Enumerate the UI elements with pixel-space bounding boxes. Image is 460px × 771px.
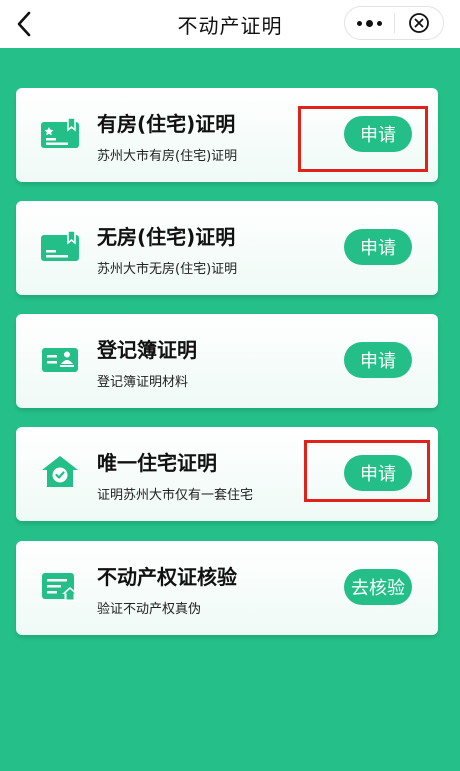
page-title: 不动产证明: [177, 13, 283, 38]
register-book-icon: [42, 348, 78, 372]
apply-button[interactable]: 申请: [344, 116, 412, 152]
more-dots-icon: [356, 19, 382, 27]
house-certificate-icon: [41, 230, 79, 261]
card-title: 登记簿证明: [97, 338, 197, 362]
card-property-verify[interactable]: 不动产权证核验 验证不动产权真伪 去核验: [16, 541, 438, 635]
apply-button[interactable]: 申请: [344, 229, 412, 265]
more-button[interactable]: [345, 7, 394, 39]
nav-bar: 不动产证明: [0, 0, 460, 48]
card-subtitle: 苏州大市有房(住宅)证明: [97, 149, 238, 164]
apply-button[interactable]: 申请: [344, 342, 412, 378]
verify-button[interactable]: 去核验: [344, 569, 412, 605]
card-subtitle: 登记簿证明材料: [97, 375, 189, 390]
card-register-book-certificate[interactable]: 登记簿证明 登记簿证明材料 申请: [16, 314, 438, 408]
card-no-house-certificate[interactable]: 无房(住宅)证明 苏州大市无房(住宅)证明 申请: [16, 201, 438, 295]
house-certificate-star-icon: [41, 117, 79, 148]
back-button[interactable]: [6, 6, 42, 42]
card-subtitle: 证明苏州大市仅有一套住宅: [97, 488, 254, 503]
mini-program-capsule: [344, 6, 444, 40]
close-button[interactable]: [395, 7, 444, 39]
card-owned-house-certificate[interactable]: 有房(住宅)证明 苏州大市有房(住宅)证明 申请: [16, 88, 438, 182]
card-subtitle: 验证不动产权真伪: [97, 602, 202, 617]
chevron-left-icon: [17, 11, 31, 37]
card-sole-house-certificate[interactable]: 唯一住宅证明 证明苏州大市仅有一套住宅 申请: [16, 427, 438, 521]
card-title: 不动产权证核验: [97, 565, 237, 589]
card-title: 有房(住宅)证明: [97, 112, 236, 136]
house-check-icon: [42, 456, 78, 487]
close-circle-icon: [408, 13, 429, 33]
apply-button[interactable]: 申请: [344, 455, 412, 491]
card-subtitle: 苏州大市无房(住宅)证明: [97, 262, 238, 277]
card-title: 无房(住宅)证明: [97, 225, 236, 249]
card-title: 唯一住宅证明: [97, 451, 217, 475]
property-verify-icon: [42, 573, 78, 601]
